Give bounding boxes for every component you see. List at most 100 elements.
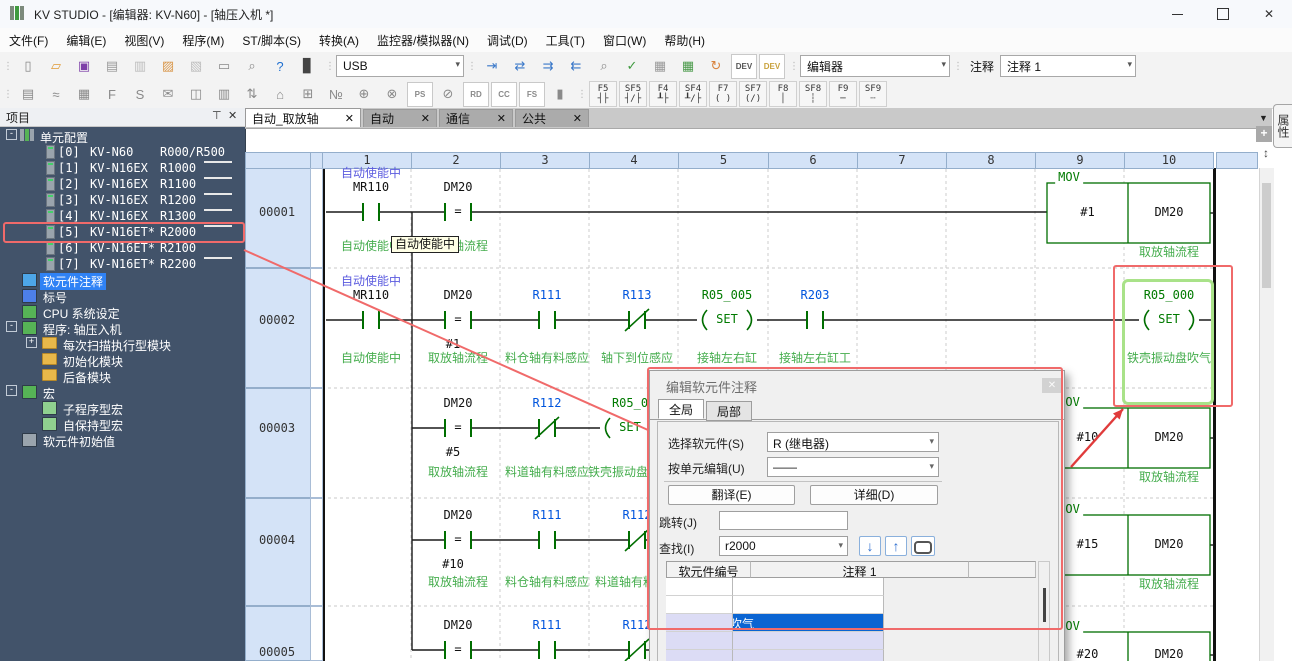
waveform-icon[interactable]: ≈: [43, 82, 69, 107]
dev-write-icon[interactable]: DEV: [759, 54, 785, 79]
rung-number-cell[interactable]: [245, 606, 311, 661]
verify-icon[interactable]: ⌕: [591, 54, 617, 79]
comm-settings-icon[interactable]: ▊: [295, 54, 321, 79]
ladder-instruction-sf4[interactable]: SF4┸/├: [679, 81, 707, 107]
table-extra-cell[interactable]: [666, 614, 733, 632]
read-from-plc-icon[interactable]: ⇇: [563, 54, 589, 79]
maximize-button[interactable]: [1200, 0, 1246, 28]
plc-transfer-icon[interactable]: ⇄: [507, 54, 533, 79]
tree-item-2[interactable]: CPU 系统设定: [0, 304, 245, 320]
menu-item-7[interactable]: 调试(D): [478, 28, 537, 53]
led-display-icon[interactable]: ▮: [547, 82, 573, 107]
rung-number-cell[interactable]: [245, 388, 311, 498]
table-scrollbar[interactable]: [1038, 561, 1050, 661]
menu-item-8[interactable]: 工具(T): [537, 28, 594, 53]
connection-combo[interactable]: USB▾: [336, 55, 464, 77]
help-icon[interactable]: ?: [267, 54, 293, 79]
ladder-instruction-f9[interactable]: F9─: [829, 81, 857, 107]
save-as-icon[interactable]: ▤: [99, 54, 125, 79]
close-button[interactable]: ✕: [1246, 0, 1292, 28]
dialog-close-button[interactable]: ✕: [1042, 378, 1062, 393]
comment-set-combo[interactable]: 注释 1▾: [1000, 55, 1136, 77]
search-binoculars-button[interactable]: [911, 536, 935, 556]
unit-row-6[interactable]: [6]KV-N16ET*R2100: [0, 240, 245, 256]
jump-input[interactable]: [719, 511, 848, 530]
tab-自动[interactable]: 自动✕: [363, 109, 437, 127]
plc-link-icon[interactable]: ⊕: [351, 82, 377, 107]
write-to-plc-icon[interactable]: ⇉: [535, 54, 561, 79]
tree-item-6[interactable]: 后备模块: [0, 368, 245, 384]
minimize-button[interactable]: [1154, 0, 1200, 28]
ladder-instruction-f5[interactable]: F5┤├: [589, 81, 617, 107]
file-register-icon[interactable]: FS: [519, 82, 545, 107]
add-rung-button[interactable]: +: [1256, 126, 1272, 142]
ladder-instruction-sf7[interactable]: SF7(/): [739, 81, 767, 107]
split-window-icon[interactable]: ◫: [183, 82, 209, 107]
collapse-icon[interactable]: -: [6, 321, 17, 332]
simulator-icon[interactable]: ▦: [647, 54, 673, 79]
unit-row-3[interactable]: [3]KV-N16EXR1200: [0, 192, 245, 208]
menu-item-10[interactable]: 帮助(H): [655, 28, 714, 53]
ladder-instruction-sf8[interactable]: SF8┆: [799, 81, 827, 107]
unit-row-0[interactable]: [0]KV-N60R000/R500: [0, 144, 245, 160]
panel-close-icon[interactable]: ✕: [228, 109, 237, 122]
find-next-button[interactable]: ↓: [859, 536, 881, 556]
tab-close-icon[interactable]: ✕: [345, 112, 354, 125]
unit-init-icon[interactable]: ▦: [71, 82, 97, 107]
unit-edit-combo[interactable]: —— ▾: [767, 457, 939, 477]
tree-item-8[interactable]: 子程序型宏: [0, 400, 245, 416]
tree-root-unit-config[interactable]: -单元配置: [0, 128, 245, 144]
unit-editor-icon[interactable]: ▥: [127, 54, 153, 79]
unit-row-2[interactable]: [2]KV-N16EXR1100: [0, 176, 245, 192]
tree-item-4[interactable]: +每次扫描执行型模块: [0, 336, 245, 352]
save-project-icon[interactable]: ▣: [71, 54, 97, 79]
ladder-instruction-f7[interactable]: F7( ): [709, 81, 737, 107]
tree-item-9[interactable]: 自保持型宏: [0, 416, 245, 432]
ladder-scrollbar-thumb[interactable]: [1262, 183, 1271, 288]
dialog-tab-局部[interactable]: 局部: [706, 401, 752, 421]
menu-item-5[interactable]: 转换(A): [310, 28, 368, 53]
menu-item-6[interactable]: 监控器/模拟器(N): [368, 28, 478, 53]
script-icon[interactable]: S: [127, 82, 153, 107]
tab-公共[interactable]: 公共✕: [515, 109, 589, 127]
ladder-instruction-sf5[interactable]: SF5┤/├: [619, 81, 647, 107]
tab-list-dropdown-icon[interactable]: ▼: [1259, 113, 1268, 123]
rung-number-cell[interactable]: [245, 168, 311, 268]
detail-button[interactable]: 详细(D): [810, 485, 938, 505]
menu-item-3[interactable]: 程序(M): [173, 28, 233, 53]
tree-item-0[interactable]: 软元件注释: [0, 272, 245, 288]
delete-unit-icon[interactable]: ▧: [183, 54, 209, 79]
menu-item-4[interactable]: ST/脚本(S): [233, 28, 310, 53]
ftp-transfer-icon[interactable]: ⇅: [239, 82, 265, 107]
tree-item-7[interactable]: -宏: [0, 384, 245, 400]
tab-通信[interactable]: 通信✕: [439, 109, 513, 127]
home-icon[interactable]: ⌂: [267, 82, 293, 107]
unit-row-5[interactable]: [5]KV-N16ET*R2000: [0, 224, 245, 240]
expand-icon[interactable]: +: [26, 337, 37, 348]
disable-icon[interactable]: ⊘: [435, 82, 461, 107]
splitter-icon[interactable]: ↕: [1259, 146, 1273, 164]
open-project-icon[interactable]: ▱: [43, 54, 69, 79]
unit-row-1[interactable]: [1]KV-N16EXR1000: [0, 160, 245, 176]
menu-item-1[interactable]: 编辑(E): [57, 28, 115, 53]
print-preview-icon[interactable]: ⌕: [239, 54, 265, 79]
tab-close-icon[interactable]: ✕: [497, 112, 506, 125]
function-block-icon[interactable]: F: [99, 82, 125, 107]
import-unit-icon[interactable]: ▨: [155, 54, 181, 79]
find-prev-button[interactable]: ↑: [885, 536, 907, 556]
tree-item-1[interactable]: 标号: [0, 288, 245, 304]
device-comment-edit-icon[interactable]: ▤: [15, 82, 41, 107]
table-extra-cell[interactable]: [666, 596, 733, 614]
print-icon[interactable]: ▭: [211, 54, 237, 79]
add-unit-icon[interactable]: ⊞: [295, 82, 321, 107]
ladder-instruction-f8[interactable]: F8│: [769, 81, 797, 107]
properties-tab[interactable]: 属性: [1273, 104, 1292, 148]
table-extra-cell[interactable]: [666, 578, 733, 596]
cc-link-icon[interactable]: CC: [491, 82, 517, 107]
mail-icon[interactable]: ✉: [155, 82, 181, 107]
tree-item-10[interactable]: 软元件初始值: [0, 432, 245, 448]
table-extra-cell[interactable]: [666, 632, 733, 650]
table-scrollbar-thumb[interactable]: [1043, 588, 1046, 622]
collapse-icon[interactable]: -: [6, 385, 17, 396]
unit-row-7[interactable]: [7]KV-N16ET*R2200: [0, 256, 245, 272]
